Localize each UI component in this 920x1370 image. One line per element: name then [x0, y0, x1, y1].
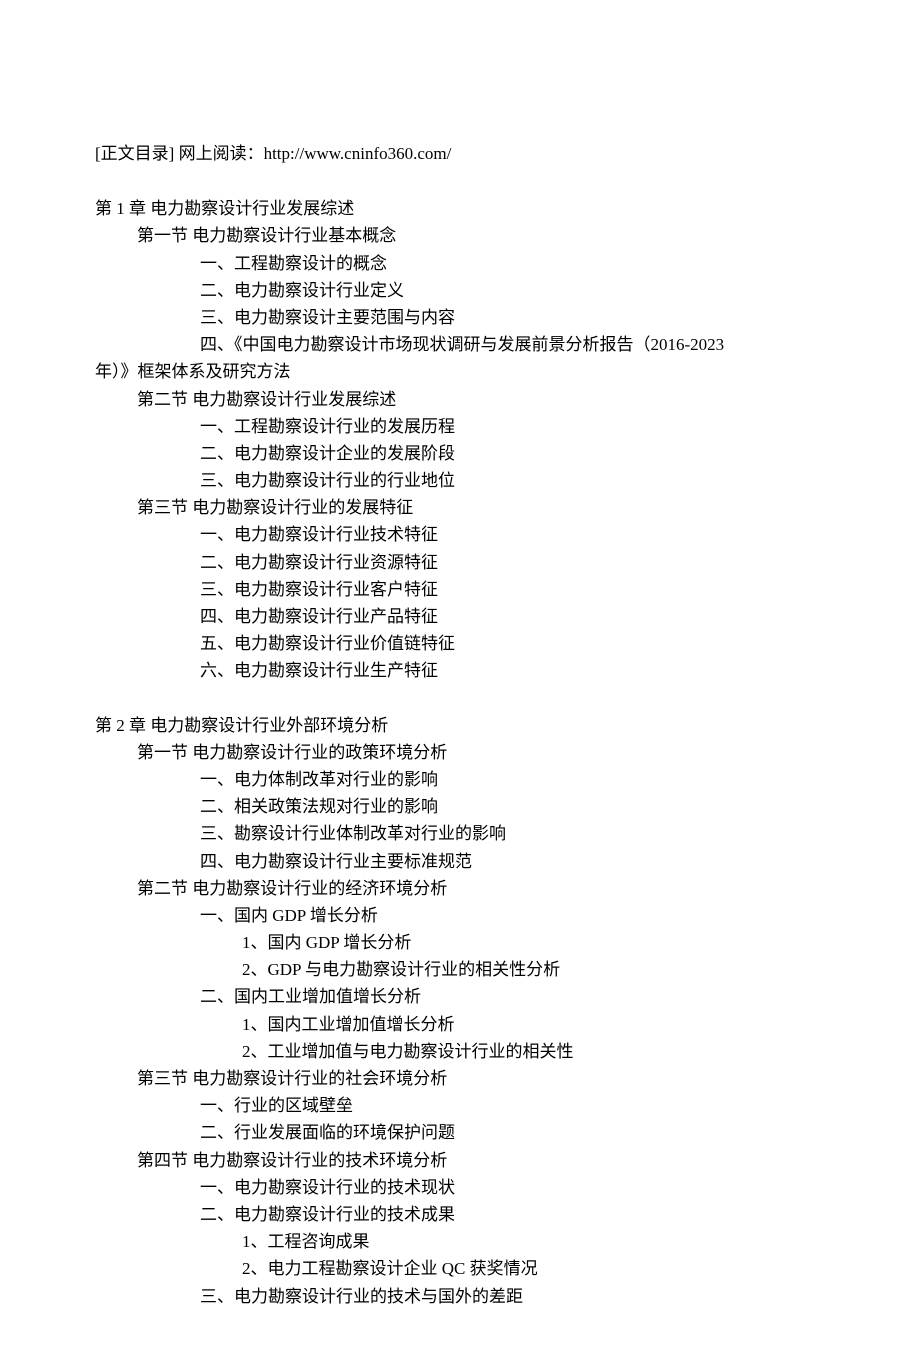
- toc-item: 一、工程勘察设计的概念: [200, 250, 825, 277]
- section-title: 第一节 电力勘察设计行业的政策环境分析: [137, 739, 825, 766]
- toc-item: 三、电力勘察设计行业的技术与国外的差距: [200, 1283, 825, 1310]
- section-title: 第三节 电力勘察设计行业的发展特征: [137, 494, 825, 521]
- toc-item: 一、电力体制改革对行业的影响: [200, 766, 825, 793]
- chapter-title: 第 1 章 电力勘察设计行业发展综述: [95, 195, 825, 222]
- toc-item: 四、电力勘察设计行业主要标准规范: [200, 848, 825, 875]
- section-title: 第三节 电力勘察设计行业的社会环境分析: [137, 1065, 825, 1092]
- toc-subitem: 2、工业增加值与电力勘察设计行业的相关性: [242, 1038, 825, 1065]
- toc-item: 二、电力勘察设计行业的技术成果: [200, 1201, 825, 1228]
- toc-item: 二、相关政策法规对行业的影响: [200, 793, 825, 820]
- toc-item: 二、电力勘察设计企业的发展阶段: [200, 440, 825, 467]
- toc-subitem: 1、国内 GDP 增长分析: [242, 929, 825, 956]
- read-online-url: http://www.cninfo360.com/: [264, 144, 452, 163]
- section-title: 第二节 电力勘察设计行业的经济环境分析: [137, 875, 825, 902]
- toc-item: 四、电力勘察设计行业产品特征: [200, 603, 825, 630]
- toc-item: 六、电力勘察设计行业生产特征: [200, 657, 825, 684]
- toc-item: 四、《中国电力勘察设计市场现状调研与发展前景分析报告（2016-2023: [200, 331, 825, 358]
- toc-item: 一、行业的区域壁垒: [200, 1092, 825, 1119]
- toc-subitem: 1、工程咨询成果: [242, 1228, 825, 1255]
- toc-item: 一、工程勘察设计行业的发展历程: [200, 413, 825, 440]
- toc-item: 二、电力勘察设计行业资源特征: [200, 549, 825, 576]
- toc-item: 三、电力勘察设计行业客户特征: [200, 576, 825, 603]
- toc-label: [正文目录]: [95, 144, 174, 163]
- toc-subitem: 2、电力工程勘察设计企业 QC 获奖情况: [242, 1255, 825, 1282]
- toc-item: 三、电力勘察设计行业的行业地位: [200, 467, 825, 494]
- toc-item: 二、国内工业增加值增长分析: [200, 983, 825, 1010]
- toc-subitem: 2、GDP 与电力勘察设计行业的相关性分析: [242, 956, 825, 983]
- toc-subitem: 1、国内工业增加值增长分析: [242, 1011, 825, 1038]
- toc-item: 三、勘察设计行业体制改革对行业的影响: [200, 820, 825, 847]
- toc-item: 一、电力勘察设计行业的技术现状: [200, 1174, 825, 1201]
- section-title: 第一节 电力勘察设计行业基本概念: [137, 222, 825, 249]
- toc-item: 一、电力勘察设计行业技术特征: [200, 521, 825, 548]
- section-title: 第二节 电力勘察设计行业发展综述: [137, 386, 825, 413]
- toc-item: 二、电力勘察设计行业定义: [200, 277, 825, 304]
- section-title: 第四节 电力勘察设计行业的技术环境分析: [137, 1147, 825, 1174]
- toc-item: 三、电力勘察设计主要范围与内容: [200, 304, 825, 331]
- toc-item: 一、国内 GDP 增长分析: [200, 902, 825, 929]
- chapter-title: 第 2 章 电力勘察设计行业外部环境分析: [95, 712, 825, 739]
- toc-item: 五、电力勘察设计行业价值链特征: [200, 630, 825, 657]
- toc-header: [正文目录] 网上阅读：http://www.cninfo360.com/: [95, 140, 825, 167]
- toc-item-wrap: 年）》框架体系及研究方法: [95, 358, 825, 385]
- toc-item: 二、行业发展面临的环境保护问题: [200, 1119, 825, 1146]
- read-online-label: 网上阅读：: [179, 144, 264, 163]
